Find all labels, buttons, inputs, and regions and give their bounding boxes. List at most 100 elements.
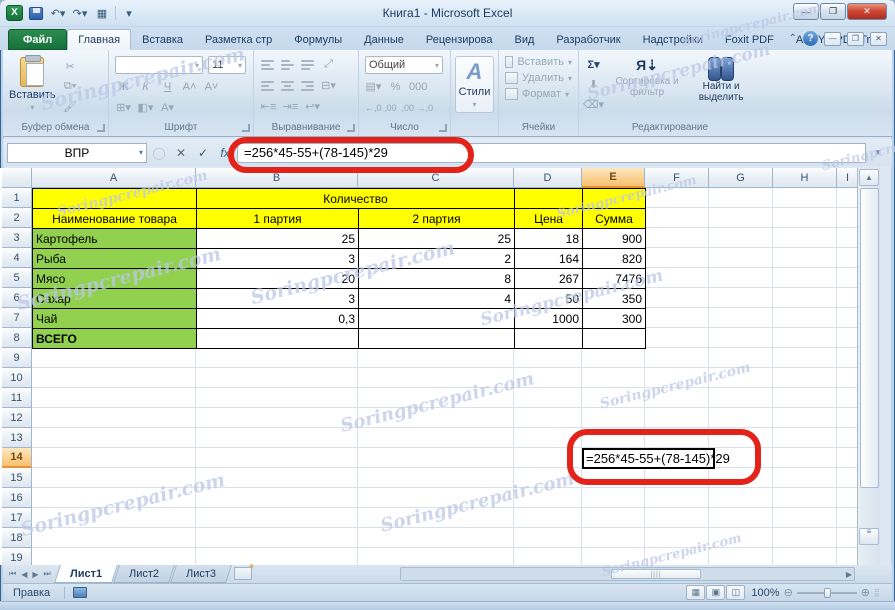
grid-cell-E2[interactable]: Сумма xyxy=(582,208,646,229)
grid-cell-A5[interactable]: Мясо xyxy=(32,268,197,289)
align-right-icon[interactable] xyxy=(300,80,315,92)
close-button[interactable]: ✕ xyxy=(847,3,887,20)
column-header-I[interactable]: I xyxy=(837,168,859,188)
help-icon[interactable]: ? xyxy=(803,31,818,46)
row-header-18[interactable]: 18 xyxy=(2,528,32,548)
align-middle-icon[interactable] xyxy=(280,59,295,71)
italic-button[interactable]: К xyxy=(137,78,154,95)
sheet-nav-next-icon[interactable]: ▶ xyxy=(30,570,40,579)
grid-cell-C2[interactable]: 2 партия xyxy=(358,208,515,229)
sheet-tab-лист1[interactable]: Лист1 xyxy=(54,565,118,583)
tab-foxit-pdf[interactable]: Foxit PDF xyxy=(714,29,785,50)
align-center-icon[interactable] xyxy=(280,80,295,92)
tab-формулы[interactable]: Формулы xyxy=(283,29,353,50)
merge-center-icon[interactable]: ⊟▾ xyxy=(320,77,337,94)
vertical-split-grip[interactable]: ≡ xyxy=(859,528,879,545)
zoom-slider-knob[interactable] xyxy=(824,588,831,598)
font-name-combo[interactable]: ▾ xyxy=(115,56,203,74)
tab-вид[interactable]: Вид xyxy=(504,29,546,50)
grid-cell-C3[interactable]: 25 xyxy=(358,228,515,249)
zoom-out-icon[interactable]: ⊖ xyxy=(784,586,793,599)
column-header-E[interactable]: E xyxy=(582,168,645,188)
underline-button[interactable]: Ч xyxy=(159,78,176,95)
align-left-icon[interactable] xyxy=(260,80,275,92)
font-color-icon[interactable]: A▾ xyxy=(159,99,176,116)
tab-вставка[interactable]: Вставка xyxy=(131,29,194,50)
row-header-9[interactable]: 9 xyxy=(2,348,32,368)
page-layout-view-icon[interactable]: ▣ xyxy=(706,585,725,600)
wrap-text-icon[interactable]: ↩▾ xyxy=(304,98,321,115)
grow-font-icon[interactable]: A˄ xyxy=(181,78,198,95)
format-painter-icon[interactable]: 🖌 xyxy=(62,98,79,115)
column-header-H[interactable]: H xyxy=(773,168,837,188)
macro-record-icon[interactable] xyxy=(73,587,87,598)
grid-cell-E5[interactable]: 7476 xyxy=(582,268,646,289)
column-header-A[interactable]: A xyxy=(32,168,196,188)
confirm-entry-icon[interactable]: ✓ xyxy=(193,143,213,163)
column-header-G[interactable]: G xyxy=(709,168,773,188)
tab-файл[interactable]: Файл xyxy=(8,29,67,50)
vertical-scroll-thumb[interactable] xyxy=(860,188,879,488)
decrease-decimal-icon[interactable]: ,00 →,0 xyxy=(402,99,434,116)
horizontal-scrollbar[interactable]: |||| ▶ xyxy=(400,567,855,581)
grid-cell-D6[interactable]: 50 xyxy=(514,288,583,309)
row-header-17[interactable]: 17 xyxy=(2,508,32,528)
grid-cell-B1[interactable]: Количество xyxy=(196,188,515,209)
grid-cell-D3[interactable]: 18 xyxy=(514,228,583,249)
collapse-ribbon-icon[interactable]: ⌃ xyxy=(789,33,797,44)
clear-icon[interactable]: ⌫▾ xyxy=(583,96,604,113)
grid-cell-C4[interactable]: 2 xyxy=(358,248,515,269)
row-header-15[interactable]: 15 xyxy=(2,468,32,488)
percent-format-icon[interactable]: % xyxy=(387,78,404,95)
format-cells-button[interactable]: Формат▾ xyxy=(499,86,578,102)
grid-cell-A8[interactable]: ВСЕГО xyxy=(32,328,197,349)
row-header-1[interactable]: 1 xyxy=(2,188,32,208)
minimize-button[interactable]: — xyxy=(793,3,819,20)
horizontal-scroll-thumb[interactable]: |||| xyxy=(611,569,701,579)
sheet-tab-лист2[interactable]: Лист2 xyxy=(113,565,175,583)
expand-formula-bar-icon[interactable]: ▾ xyxy=(868,143,888,163)
sheet-nav-last-icon[interactable]: ⏭ xyxy=(42,569,53,579)
row-header-4[interactable]: 4 xyxy=(2,248,32,268)
grid-cell-C7[interactable] xyxy=(358,308,515,329)
paste-button[interactable]: Вставить ▾ xyxy=(3,54,62,115)
shrink-font-icon[interactable]: A˅ xyxy=(203,78,220,95)
row-header-11[interactable]: 11 xyxy=(2,388,32,408)
row-header-10[interactable]: 10 xyxy=(2,368,32,388)
tab-разработчик[interactable]: Разработчик xyxy=(545,29,631,50)
row-header-6[interactable]: 6 xyxy=(2,288,32,308)
resize-grip[interactable]: ⣿ xyxy=(874,588,888,597)
normal-view-icon[interactable]: ▦ xyxy=(686,585,705,600)
styles-button[interactable]: A Стили ▾ xyxy=(455,56,494,113)
comma-format-icon[interactable]: 000 xyxy=(409,78,427,95)
row-header-8[interactable]: 8 xyxy=(2,328,32,348)
number-format-combo[interactable]: Общий▾ xyxy=(365,56,443,74)
orientation-icon[interactable]: ⤢ xyxy=(320,56,337,73)
grid-cell-D2[interactable]: Цена xyxy=(514,208,583,229)
workbook-close-icon[interactable]: ✕ xyxy=(870,32,887,46)
grid-cell-A1[interactable] xyxy=(32,188,197,209)
workbook-minimize-icon[interactable]: — xyxy=(824,32,841,46)
column-header-D[interactable]: D xyxy=(514,168,582,188)
grid-cell-A3[interactable]: Картофель xyxy=(32,228,197,249)
grid-cell-D5[interactable]: 267 xyxy=(514,268,583,289)
tab-разметка-стр[interactable]: Разметка стр xyxy=(194,29,283,50)
grid-cell-D4[interactable]: 164 xyxy=(514,248,583,269)
grid-cell-E6[interactable]: 350 xyxy=(582,288,646,309)
borders-icon[interactable]: ⊞▾ xyxy=(115,99,132,116)
align-top-icon[interactable] xyxy=(260,59,275,71)
row-header-7[interactable]: 7 xyxy=(2,308,32,328)
workbook-restore-icon[interactable]: ❐ xyxy=(847,32,864,46)
restore-button[interactable]: ❐ xyxy=(820,3,846,20)
find-select-button[interactable]: Найти и выделить xyxy=(686,54,756,115)
row-header-14[interactable]: 14 xyxy=(2,448,32,468)
worksheet-grid[interactable]: ABCDEFGHI12345678910111213141516171819Ко… xyxy=(0,168,880,565)
decrease-indent-icon[interactable]: ⇤≡ xyxy=(260,98,277,115)
grid-cell-D1[interactable] xyxy=(514,188,583,209)
fill-color-icon[interactable]: ◧▾ xyxy=(137,99,154,116)
grid-cell-C5[interactable]: 8 xyxy=(358,268,515,289)
select-all-corner[interactable] xyxy=(2,168,32,188)
grid-cell-A7[interactable]: Чай xyxy=(32,308,197,329)
increase-indent-icon[interactable]: ⇥≡ xyxy=(282,98,299,115)
row-header-12[interactable]: 12 xyxy=(2,408,32,428)
